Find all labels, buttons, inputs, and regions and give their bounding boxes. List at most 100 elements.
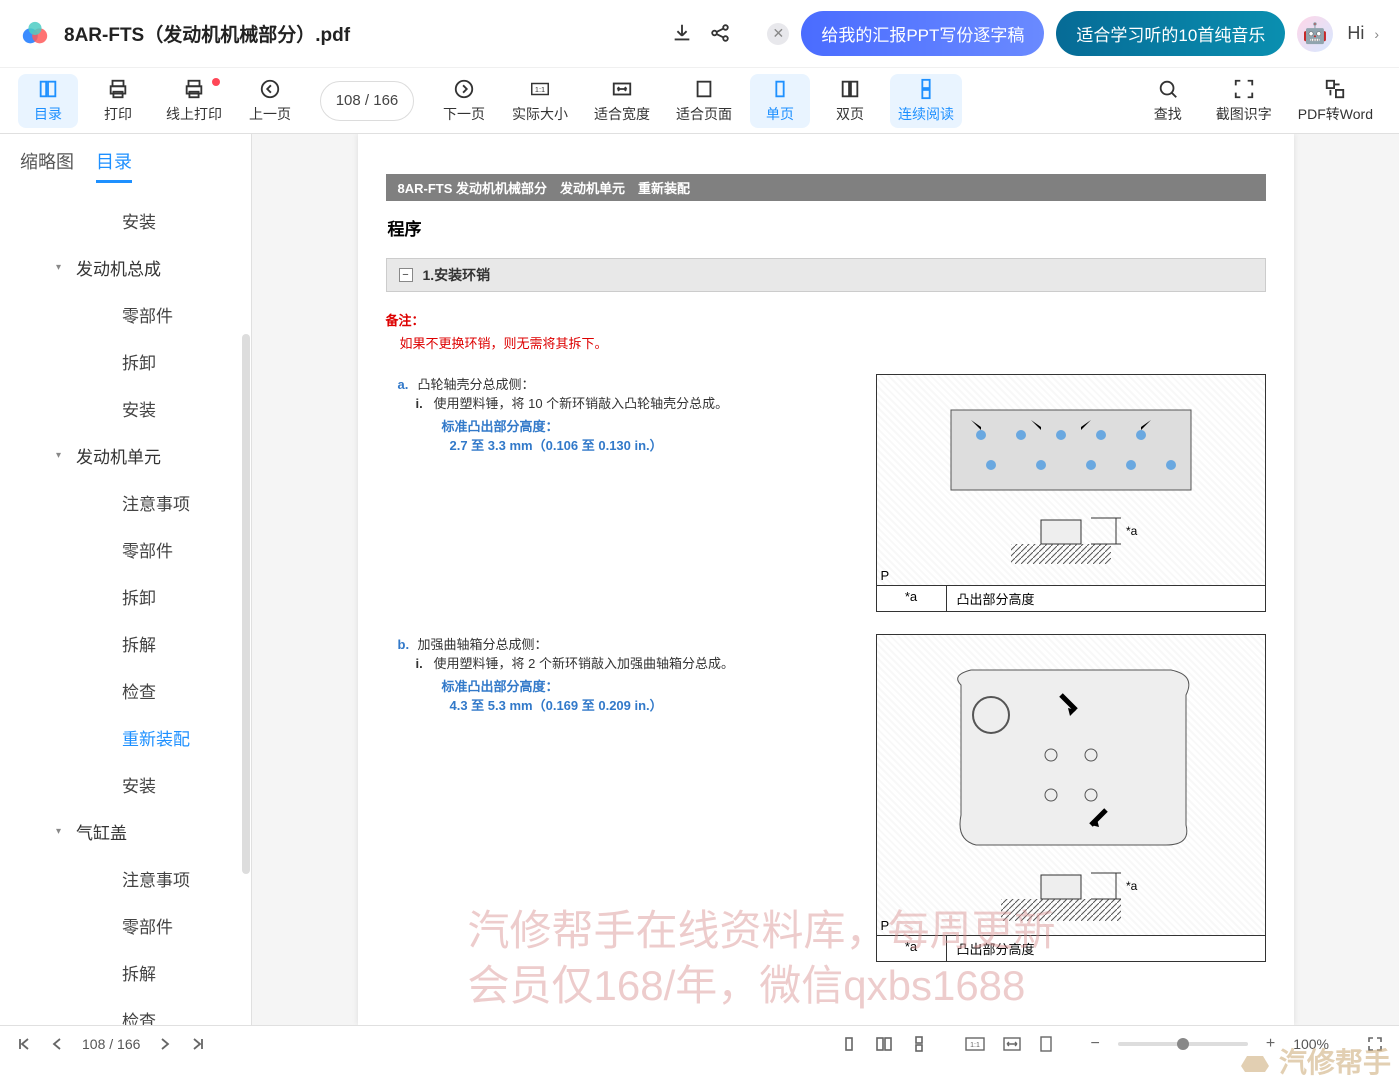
toc-item[interactable]: 拆解 [0, 620, 251, 667]
step-header-1[interactable]: − 1.安装环销 [386, 258, 1266, 292]
search-icon [1157, 78, 1179, 100]
chevron-right-circle-icon [453, 78, 475, 100]
toc-item[interactable]: 拆卸 [0, 338, 251, 385]
first-page-button[interactable] [16, 1036, 32, 1052]
toc-item-label: 发动机总成 [76, 255, 161, 280]
sidebar-scrollbar-thumb[interactable] [242, 334, 250, 874]
toc-item[interactable]: 检查 [0, 667, 251, 714]
fit-page-icon [693, 78, 715, 100]
find-button[interactable]: 查找 [1138, 74, 1198, 128]
sb-actual-size-icon[interactable]: 1:1 [965, 1037, 985, 1051]
toolbar: 目录 打印 线上打印 上一页 108 / 166 下一页 1:1 实际大小 适合… [0, 68, 1399, 134]
toc-list: 安装▾发动机总成零部件拆卸安装▾发动机单元注意事项零部件拆卸拆解检查重新装配安装… [0, 191, 251, 1025]
single-page-icon [769, 78, 791, 100]
fullscreen-button[interactable] [1367, 1036, 1383, 1052]
fit-width-button[interactable]: 适合宽度 [586, 74, 658, 128]
note-text: 如果不更换环销，则无需将其拆下。 [400, 333, 1266, 352]
toc-item[interactable]: 重新装配 [0, 714, 251, 761]
sb-fit-width-icon[interactable] [1003, 1037, 1021, 1051]
svg-text:1:1: 1:1 [535, 84, 545, 93]
note-label: 备注： [386, 310, 1266, 329]
zoom-slider[interactable] [1118, 1042, 1248, 1046]
toc-item-label: 注意事项 [122, 866, 190, 891]
document-viewport[interactable]: 8AR-FTS 发动机机械部分 发动机单元 重新装配 程序 − 1.安装环销 备… [252, 134, 1399, 1025]
prev-page-button[interactable]: 上一页 [240, 74, 300, 128]
toc-group-item[interactable]: ▾发动机总成 [0, 244, 251, 291]
toc-item[interactable]: 零部件 [0, 291, 251, 338]
toc-item-label: 发动机单元 [76, 443, 161, 468]
caret-down-icon: ▾ [56, 826, 70, 837]
svg-text:*a: *a [1126, 524, 1138, 538]
next-page-sb-button[interactable] [158, 1037, 172, 1051]
toc-item[interactable]: 拆解 [0, 949, 251, 996]
zoom-level: 100% [1293, 1036, 1329, 1052]
step-title: 1.安装环销 [423, 265, 491, 285]
single-page-button[interactable]: 单页 [750, 74, 810, 128]
prev-page-sb-button[interactable] [50, 1037, 64, 1051]
toc-button[interactable]: 目录 [18, 74, 78, 128]
toc-item[interactable]: 检查 [0, 996, 251, 1025]
toc-group-item[interactable]: ▾ 气缸盖 [0, 808, 251, 855]
zoom-in-button[interactable]: + [1266, 1035, 1275, 1053]
toc-item-label: 拆卸 [122, 584, 156, 609]
toc-item-label: 检查 [122, 1007, 156, 1025]
substep-b: b.加强曲轴箱分总成侧： i.使用塑料锤，将 2 个新环销敲入加强曲轴箱分总成。… [386, 634, 1266, 962]
page-number-input[interactable]: 108 / 166 [320, 81, 414, 121]
actual-size-button[interactable]: 1:1 实际大小 [504, 74, 576, 128]
ocr-button[interactable]: 截图识字 [1208, 74, 1280, 128]
double-page-icon [839, 78, 861, 100]
print-icon [107, 78, 129, 100]
toc-item[interactable]: 安装 [0, 761, 251, 808]
toc-item[interactable]: 注意事项 [0, 855, 251, 902]
double-page-button[interactable]: 双页 [820, 74, 880, 128]
toc-item[interactable]: 零部件 [0, 902, 251, 949]
diagram-a: *a P *a 凸出部分高度 [876, 374, 1266, 612]
chevron-left-icon [259, 78, 281, 100]
toc-item[interactable]: 注意事项 [0, 479, 251, 526]
last-page-button[interactable] [190, 1036, 206, 1052]
download-icon[interactable] [671, 22, 695, 46]
sb-double-page-icon[interactable] [875, 1036, 893, 1052]
toc-item-label: 气缸盖 [76, 819, 127, 844]
zoom-slider-thumb[interactable] [1177, 1038, 1189, 1050]
fit-page-button[interactable]: 适合页面 [668, 74, 740, 128]
toc-item[interactable]: 拆卸 [0, 573, 251, 620]
toc-item[interactable]: 安装 [0, 197, 251, 244]
toc-item-label: 零部件 [122, 302, 173, 327]
toc-item[interactable]: 零部件 [0, 526, 251, 573]
tab-toc[interactable]: 目录 [96, 148, 132, 183]
print-button[interactable]: 打印 [88, 74, 148, 128]
sb-single-page-icon[interactable] [841, 1036, 857, 1052]
diagram-a-legend: *a 凸出部分高度 [877, 585, 1265, 611]
notification-dot [212, 78, 220, 86]
toc-item-label: 注意事项 [122, 490, 190, 515]
diagram-b-legend: *a 凸出部分高度 [877, 935, 1265, 961]
promo-button-1[interactable]: 给我的汇报PPT写份逐字稿 [801, 11, 1044, 56]
share-icon[interactable] [709, 22, 733, 46]
svg-text:1:1: 1:1 [970, 1042, 980, 1049]
toc-item[interactable]: 安装 [0, 385, 251, 432]
diagram-p-tag-b: P [881, 918, 890, 933]
continuous-read-button[interactable]: 连续阅读 [890, 74, 962, 128]
next-page-button[interactable]: 下一页 [434, 74, 494, 128]
promo-button-2[interactable]: 适合学习听的10首纯音乐 [1056, 11, 1285, 56]
substep-a-text: a.凸轮轴壳分总成侧： i.使用塑料锤，将 10 个新环销敲入凸轮轴壳分总成。 … [386, 374, 856, 612]
promo-close-button[interactable]: ✕ [767, 23, 789, 45]
continuous-icon [915, 78, 937, 100]
toc-group-item[interactable]: ▾发动机单元 [0, 432, 251, 479]
pdf-to-word-button[interactable]: PDF转Word [1290, 74, 1381, 128]
pdf-page: 8AR-FTS 发动机机械部分 发动机单元 重新装配 程序 − 1.安装环销 备… [358, 134, 1294, 1025]
cloud-print-icon [183, 78, 205, 100]
toc-item-label: 拆卸 [122, 349, 156, 374]
assistant-avatar[interactable]: 🤖 [1297, 16, 1333, 52]
crop-icon [1233, 78, 1255, 100]
tab-thumbnails[interactable]: 缩略图 [20, 148, 74, 183]
online-print-button[interactable]: 线上打印 [158, 74, 230, 128]
sb-fit-page-icon[interactable] [1039, 1036, 1053, 1052]
header-bar: 8AR-FTS（发动机机械部分）.pdf ✕ 给我的汇报PPT写份逐字稿 适合学… [0, 0, 1399, 68]
status-page-number[interactable]: 108 / 166 [82, 1036, 140, 1052]
collapse-icon[interactable]: − [399, 268, 413, 282]
toc-item-label: 安装 [122, 772, 156, 797]
sb-continuous-icon[interactable] [911, 1036, 927, 1052]
zoom-out-button[interactable]: − [1091, 1035, 1100, 1053]
